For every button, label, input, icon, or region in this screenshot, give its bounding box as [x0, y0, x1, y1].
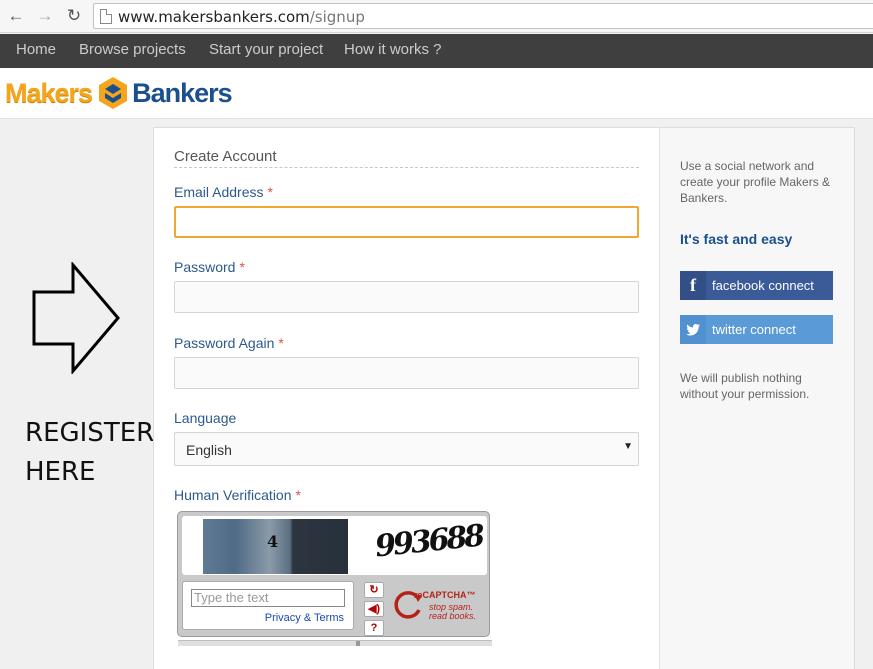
arrow-right-icon[interactable]: →: [35, 6, 55, 26]
language-select-value: English: [186, 442, 232, 458]
social-intro: Use a social network and create your pro…: [680, 159, 831, 205]
required-mark: *: [239, 259, 245, 275]
privacy-terms-link[interactable]: Privacy & Terms: [265, 612, 344, 624]
password-field[interactable]: [174, 281, 639, 313]
recaptcha-logo: reCAPTCHA™ stop spam. read books.: [392, 584, 488, 628]
required-mark: *: [295, 487, 301, 503]
url-path: /signup: [309, 8, 365, 26]
verification-label: Human Verification *: [174, 487, 301, 503]
recaptcha-tagline: stop spam. read books.: [429, 603, 476, 621]
form-title: Create Account: [174, 148, 639, 168]
arrow-left-icon[interactable]: ←: [6, 6, 26, 26]
password-again-field[interactable]: [174, 357, 639, 389]
password-again-label: Password Again *: [174, 335, 284, 351]
twitter-icon: [680, 315, 706, 344]
refresh-icon[interactable]: ↻: [364, 582, 384, 598]
recaptcha-widget: 4 993688 Type the text Privacy & Terms ↻…: [177, 511, 490, 637]
publish-note: We will publish nothing without your per…: [680, 371, 810, 401]
email-field[interactable]: [174, 206, 639, 238]
nav-start-project[interactable]: Start your project: [209, 34, 323, 68]
url-text[interactable]: www.makersbankers.com/signup: [118, 8, 365, 26]
captcha-input[interactable]: Type the text: [191, 589, 345, 607]
captcha-photo: 4: [203, 519, 348, 574]
browser-toolbar: ← → ↻ www.makersbankers.com/signup: [0, 0, 873, 33]
logo-bar: Makers Bankers: [0, 68, 873, 119]
password-again-label-text: Password Again: [174, 335, 275, 351]
page-icon: [100, 9, 112, 24]
required-mark: *: [278, 335, 284, 351]
address-bar[interactable]: www.makersbankers.com/signup: [93, 3, 873, 29]
fast-easy-heading: It's fast and easy: [680, 231, 793, 247]
signup-form-panel: Create Account Email Address * Password * …: [153, 127, 660, 669]
captcha-photo-text: 4: [267, 532, 279, 551]
password-label-text: Password: [174, 259, 236, 275]
twitter-connect-label: twitter connect: [712, 322, 796, 337]
email-label: Email Address *: [174, 184, 273, 200]
arrow-right-annotation-icon: [32, 262, 120, 374]
recaptcha-brand: reCAPTCHA™: [414, 590, 476, 600]
facebook-connect-label: facebook connect: [712, 278, 814, 293]
site-logo[interactable]: Makers Bankers: [5, 76, 233, 110]
url-host: www.makersbankers.com: [118, 8, 310, 26]
nav-how-it-works[interactable]: How it works ?: [344, 34, 442, 68]
password-label: Password *: [174, 259, 245, 275]
tagline-line-2: read books.: [429, 611, 477, 621]
captcha-input-box: Type the text Privacy & Terms: [182, 581, 354, 630]
required-mark: *: [267, 184, 273, 200]
language-select[interactable]: English ▼: [174, 432, 639, 466]
captcha-scroll-thumb[interactable]: [356, 641, 360, 646]
logo-bankers-text: Bankers: [132, 77, 233, 108]
language-label: Language: [174, 410, 237, 426]
captcha-word: 993688: [373, 518, 484, 565]
captcha-scrollbar[interactable]: [178, 640, 492, 646]
audio-icon[interactable]: ◀): [364, 601, 384, 617]
register-here-annotation: REGISTER HERE: [25, 414, 155, 492]
captcha-image: 4 993688: [182, 516, 487, 575]
twitter-connect-button[interactable]: twitter connect: [680, 315, 833, 344]
social-sidebar: Use a social network and create your pro…: [659, 127, 855, 669]
nav-browse-projects[interactable]: Browse projects: [79, 34, 186, 68]
facebook-icon: f: [680, 271, 706, 300]
here-line: HERE: [25, 457, 96, 487]
logo-makers-text: Makers: [5, 77, 93, 108]
logo-mark-icon: [99, 77, 128, 109]
register-line: REGISTER: [25, 418, 155, 448]
help-icon[interactable]: ?: [364, 620, 384, 636]
email-label-text: Email Address: [174, 184, 264, 200]
facebook-connect-button[interactable]: f facebook connect: [680, 271, 833, 300]
nav-home[interactable]: Home: [16, 34, 56, 68]
site-nav: Home Browse projects Start your project …: [0, 34, 873, 68]
reload-icon[interactable]: ↻: [64, 6, 84, 26]
verification-label-text: Human Verification: [174, 487, 292, 503]
chevron-down-icon: ▼: [623, 441, 633, 452]
